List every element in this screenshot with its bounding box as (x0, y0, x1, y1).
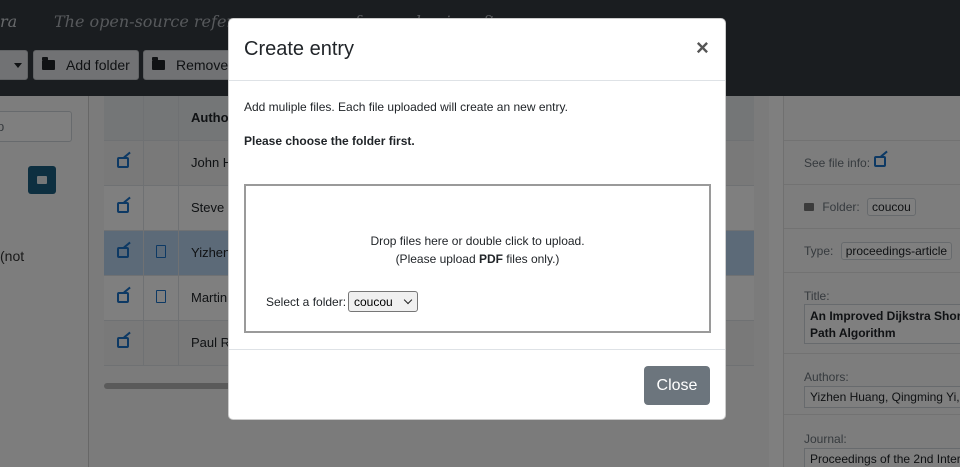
modal-header: Create entry × (229, 19, 725, 81)
modal-title: Create entry (244, 38, 355, 60)
folder-select-value: coucou (354, 295, 393, 309)
create-entry-modal: Create entry × Add muliple files. Each f… (228, 18, 726, 420)
close-button[interactable]: Close (644, 366, 710, 405)
file-dropzone[interactable]: Drop files here or double click to uploa… (244, 184, 711, 333)
dropzone-hint-prefix: (Please upload (395, 252, 479, 266)
dropzone-hint: (Please upload PDF files only.) (246, 252, 709, 266)
modal-footer: Close (229, 349, 725, 419)
close-icon[interactable]: × (696, 37, 709, 59)
dropzone-hint-suffix: files only.) (502, 252, 560, 266)
chevron-down-icon (403, 295, 413, 305)
modal-description: Add muliple files. Each file uploaded wi… (244, 100, 568, 114)
folder-select[interactable]: coucou (348, 291, 418, 312)
dropzone-instruction: Drop files here or double click to uploa… (370, 234, 585, 248)
modal-warning: Please choose the folder first. (244, 134, 415, 148)
dropzone-hint-pdf: PDF (478, 252, 503, 266)
folder-select-label: Select a folder: (266, 295, 347, 309)
